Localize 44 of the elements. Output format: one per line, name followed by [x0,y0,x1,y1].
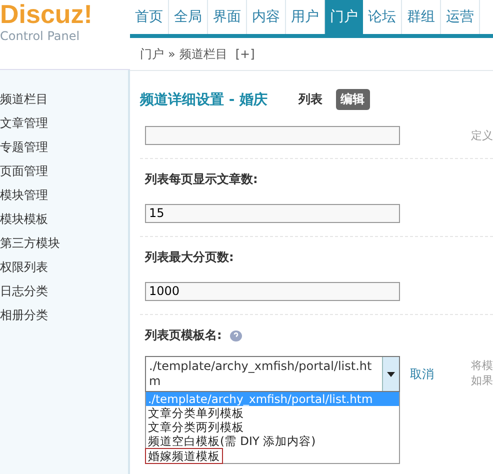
breadcrumb-item: 门户 [140,46,164,62]
nav-tab[interactable]: 首页 [130,0,169,34]
breadcrumb-item: 频道栏目 [179,46,228,62]
dropdown-option[interactable]: 文章分类单列模板 [146,406,399,420]
dropdown-option[interactable]: 婚嫁频道模板 [146,449,222,463]
hint-text: 将模 [471,358,493,373]
nav-tab[interactable]: 群组 [402,0,441,34]
sidebar-item[interactable]: 页面管理 [0,162,48,180]
view-tab[interactable]: 列表 [294,89,328,110]
input-field[interactable] [145,126,400,144]
breadcrumb-item: » [168,47,176,61]
input-field[interactable]: 1000 [145,282,400,300]
sidebar-item[interactable]: 第三方模块 [0,234,60,252]
hint-text: 定义 [471,128,493,142]
nav-tab[interactable]: 运营 [441,0,480,34]
nav-tab[interactable]: 门户 [325,0,363,34]
logo: Discuz! [0,0,92,28]
nav-tab[interactable]: 论坛 [363,0,402,34]
nav-tab[interactable]: 全局 [169,0,208,34]
nav-tab[interactable]: 内容 [247,0,286,34]
sidebar-item[interactable]: 文章管理 [0,114,48,132]
nav-tab[interactable]: 界面 [208,0,247,34]
cancel-link[interactable]: 取消 [410,356,434,383]
input-field[interactable]: 15 [145,204,400,222]
sidebar-item[interactable]: 频道栏目 [0,90,48,108]
sidebar-item[interactable]: 权限列表 [0,258,48,276]
sidebar-item[interactable]: 日志分类 [0,282,48,300]
template-select[interactable]: ./template/archy_xmfish/portal/list.htm [145,356,400,392]
sidebar-item[interactable]: 模块模板 [0,210,48,228]
field-label: 列表页模板名: [145,327,222,344]
sidebar-item[interactable]: 模块管理 [0,186,48,204]
field-label: 列表最大分页数: [140,236,493,278]
help-icon[interactable] [230,330,242,342]
sidebar-item[interactable]: 专题管理 [0,138,48,156]
page-title: 频道详细设置 - 婚庆 [140,90,268,108]
logo-subtitle: Control Panel [0,28,80,44]
dropdown-option[interactable]: 频道空白模板(需 DIY 添加内容) [146,434,399,448]
dropdown-option[interactable]: 文章分类两列模板 [146,420,399,434]
hint-text: 如果 [471,373,493,388]
view-tab[interactable]: 编辑 [336,89,370,110]
caret-icon [387,372,395,376]
add-link[interactable]: [+] [235,47,255,61]
field-label: 列表每页显示文章数: [140,158,493,200]
sidebar-item[interactable]: 相册分类 [0,306,48,324]
